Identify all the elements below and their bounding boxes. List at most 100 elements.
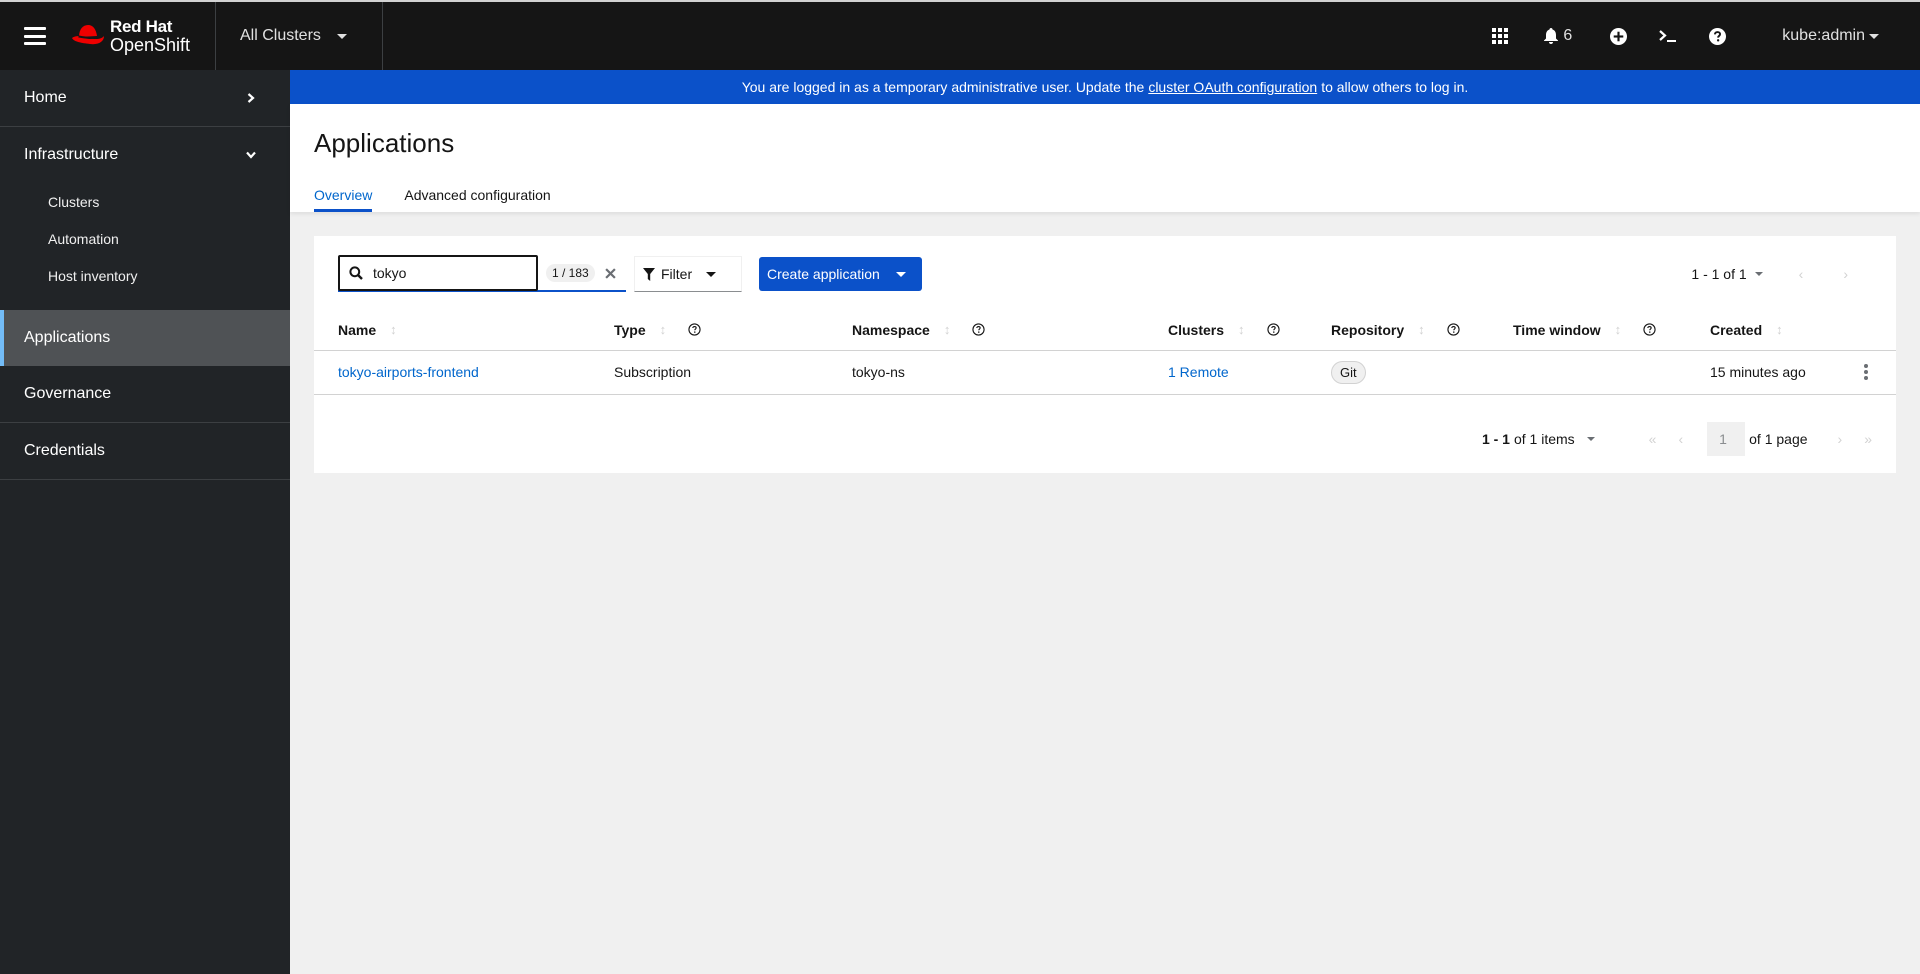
command-line-button[interactable] xyxy=(1659,16,1677,56)
create-application-button[interactable]: Create application xyxy=(759,257,922,291)
application-created: 15 minutes ago xyxy=(1710,364,1806,380)
caret-down-icon xyxy=(1869,33,1879,39)
sidebar-item-home[interactable]: Home xyxy=(0,70,290,126)
column-header-clusters[interactable]: Clusters xyxy=(1168,322,1224,338)
sidebar-item-label: Infrastructure xyxy=(24,146,119,163)
banner-text-after: to allow others to log in. xyxy=(1321,79,1469,95)
table-toolbar: 1 / 183 Filter Create application 1 - 1 … xyxy=(338,255,1872,292)
temporary-admin-banner: You are logged in as a temporary adminis… xyxy=(290,70,1920,104)
bell-icon xyxy=(1544,28,1559,44)
search-icon xyxy=(349,266,363,280)
sort-icon[interactable]: ↕ xyxy=(1776,322,1783,337)
search-input[interactable] xyxy=(373,265,523,281)
next-page-button[interactable]: › xyxy=(1843,266,1848,282)
help-circle-icon[interactable] xyxy=(688,323,701,336)
per-page-toggle[interactable] xyxy=(1586,437,1595,441)
sidebar-item-label: Home xyxy=(24,89,67,106)
first-page-button[interactable]: « xyxy=(1649,431,1657,447)
sort-icon[interactable]: ↕ xyxy=(944,322,951,337)
search-group: 1 / 183 xyxy=(338,255,626,292)
caret-down-icon xyxy=(895,271,906,277)
help-circle-icon[interactable] xyxy=(1266,323,1280,336)
filter-icon xyxy=(643,267,655,281)
banner-text-before: You are logged in as a temporary adminis… xyxy=(741,79,1145,95)
table-row: tokyo-airports-frontend Subscription tok… xyxy=(314,350,1896,394)
bottom-pagination: 1 - 1 of 1 items « ‹ of 1 page › » xyxy=(1482,422,1872,456)
sidebar-item-credentials[interactable]: Credentials xyxy=(0,423,290,479)
application-type: Subscription xyxy=(614,364,692,380)
sidebar-item-governance[interactable]: Governance xyxy=(0,366,290,422)
sidebar-item-label: Governance xyxy=(24,385,112,402)
application-namespace: tokyo-ns xyxy=(852,364,905,380)
sort-icon[interactable]: ↕ xyxy=(1615,322,1622,337)
column-header-type[interactable]: Type xyxy=(614,322,646,338)
help-button[interactable] xyxy=(1709,16,1727,56)
column-header-name[interactable]: Name xyxy=(338,322,376,338)
current-page-input[interactable] xyxy=(1707,422,1746,456)
application-clusters-link[interactable]: 1 Remote xyxy=(1168,364,1229,380)
user-menu-dropdown[interactable]: kube:admin xyxy=(1782,27,1879,45)
repository-type-label[interactable]: Git xyxy=(1331,360,1366,384)
brand-line1: Red Hat xyxy=(110,17,173,36)
sidebar-item-host-inventory[interactable]: Host inventory xyxy=(0,257,290,294)
oauth-config-link[interactable]: cluster OAuth configuration xyxy=(1148,79,1317,95)
column-header-created[interactable]: Created xyxy=(1710,322,1762,338)
row-actions-kebab-icon[interactable] xyxy=(1856,364,1876,380)
menu-icon xyxy=(24,27,46,45)
sort-icon[interactable]: ↕ xyxy=(1418,322,1425,337)
tab-advanced-configuration[interactable]: Advanced configuration xyxy=(404,187,550,212)
sidebar-item-clusters[interactable]: Clusters xyxy=(0,183,290,220)
sidebar-item-infrastructure[interactable]: Infrastructure xyxy=(0,127,290,183)
help-circle-icon[interactable] xyxy=(1643,323,1656,336)
close-icon xyxy=(605,267,616,279)
tab-overview[interactable]: Overview xyxy=(314,187,373,212)
previous-page-button[interactable]: ‹ xyxy=(1799,266,1804,282)
main-content: You are logged in as a temporary adminis… xyxy=(290,70,1920,974)
applications-table-card: 1 / 183 Filter Create application 1 - 1 … xyxy=(314,236,1896,473)
notification-count: 6 xyxy=(1563,27,1573,44)
application-name-link[interactable]: tokyo-airports-frontend xyxy=(338,364,479,380)
help-circle-icon[interactable] xyxy=(972,323,985,336)
app-launcher-button[interactable] xyxy=(1492,16,1509,56)
masthead: Red Hat OpenShift All Clusters 6 kube:ad… xyxy=(0,0,1920,70)
column-header-repository[interactable]: Repository xyxy=(1331,322,1404,338)
application-time-window xyxy=(1513,350,1710,394)
nav-toggle-button[interactable] xyxy=(0,2,70,70)
chevron-right-icon xyxy=(247,93,255,103)
app-launcher-icon xyxy=(1492,28,1509,44)
next-page-button[interactable]: › xyxy=(1838,431,1843,447)
per-page-toggle[interactable] xyxy=(1754,272,1763,276)
top-pagination: 1 - 1 of 1 ‹ › xyxy=(1691,266,1848,282)
pagination-summary: 1 - 1 of 1 xyxy=(1691,266,1747,282)
sidebar-item-label: Applications xyxy=(24,329,111,346)
page-header: Applications Overview Advanced configura… xyxy=(290,104,1920,212)
user-name: kube:admin xyxy=(1782,27,1865,44)
applications-table: Name ↕ Type ↕ Namespace ↕ Clusters ↕ Rep… xyxy=(314,310,1896,395)
sort-icon[interactable]: ↕ xyxy=(660,322,667,337)
sidebar-item-automation[interactable]: Automation xyxy=(0,220,290,257)
previous-page-button[interactable]: ‹ xyxy=(1678,431,1683,447)
page-title: Applications xyxy=(314,128,455,158)
column-header-time-window[interactable]: Time window xyxy=(1513,322,1601,338)
quick-create-button[interactable] xyxy=(1610,16,1628,56)
terminal-icon xyxy=(1659,30,1677,42)
brand-logo[interactable]: Red Hat OpenShift xyxy=(70,2,215,70)
cluster-switcher-label: All Clusters xyxy=(240,27,321,44)
chevron-down-icon xyxy=(246,151,256,159)
sidebar-item-applications[interactable]: Applications xyxy=(0,310,290,366)
create-application-label: Create application xyxy=(767,266,880,282)
clear-search-button[interactable] xyxy=(605,267,616,279)
last-page-button[interactable]: » xyxy=(1864,431,1872,447)
table-header-row: Name ↕ Type ↕ Namespace ↕ Clusters ↕ Rep… xyxy=(314,310,1896,350)
cluster-switcher-dropdown[interactable]: All Clusters xyxy=(215,2,383,70)
help-circle-icon[interactable] xyxy=(1446,323,1460,336)
notifications-button[interactable]: 6 xyxy=(1544,16,1572,56)
sidebar-item-label: Credentials xyxy=(24,442,105,459)
column-header-namespace[interactable]: Namespace xyxy=(852,322,930,338)
filter-label: Filter xyxy=(661,266,693,282)
sort-icon[interactable]: ↕ xyxy=(1238,322,1245,337)
sort-icon[interactable]: ↕ xyxy=(390,322,397,337)
items-summary-total: of 1 items xyxy=(1513,431,1575,447)
caret-down-icon xyxy=(706,271,717,277)
filter-dropdown[interactable]: Filter xyxy=(634,256,742,292)
